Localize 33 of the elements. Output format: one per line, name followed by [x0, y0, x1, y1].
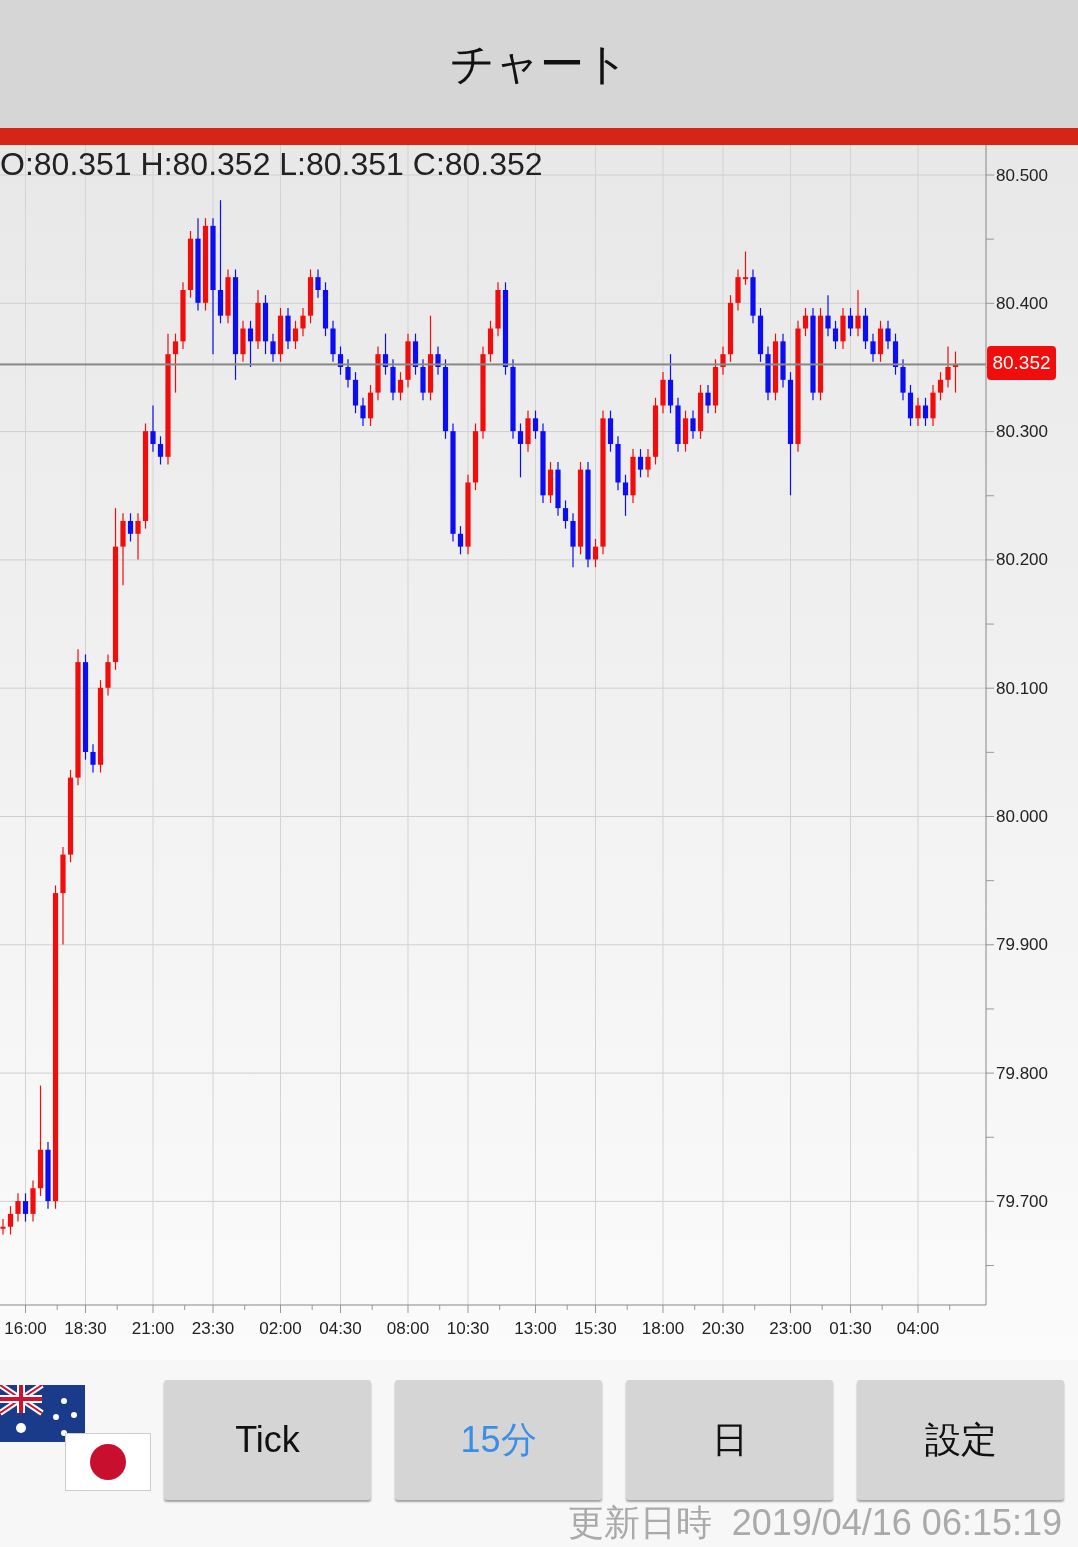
- x-axis-label: 18:00: [641, 1319, 685, 1338]
- japan-flag-icon: [65, 1433, 151, 1491]
- y-axis-label: 80.400: [996, 293, 1048, 313]
- update-timestamp: 更新日時 2019/04/16 06:15:19: [567, 1503, 1062, 1543]
- x-axis-label: 20:30: [701, 1319, 745, 1338]
- ohlc-readout: O:80.351 H:80.352 L:80.351 C:80.352: [0, 145, 543, 183]
- x-axis-label: 08:00: [386, 1319, 430, 1338]
- y-axis-label: 80.500: [996, 165, 1048, 185]
- y-axis-label: 80.300: [996, 422, 1048, 442]
- y-axis-label: 79.900: [996, 935, 1048, 955]
- x-axis-label: 23:30: [191, 1319, 235, 1338]
- x-axis-label: 13:00: [514, 1319, 557, 1338]
- period-button[interactable]: 日: [626, 1380, 833, 1500]
- period-button[interactable]: 設定: [857, 1380, 1064, 1500]
- x-axis-label: 04:00: [896, 1319, 940, 1338]
- x-axis-label: 21:00: [131, 1319, 175, 1338]
- x-axis-label: 04:30: [319, 1319, 362, 1338]
- x-axis-label: 10:30: [446, 1319, 490, 1338]
- x-axis-label: 15:30: [574, 1319, 617, 1338]
- x-axis-label: 16:00: [4, 1319, 47, 1338]
- window-title: チャート: [449, 37, 629, 91]
- x-axis-label: 01:30: [829, 1319, 872, 1338]
- x-axis-label: 02:00: [259, 1319, 302, 1338]
- y-axis-label: 80.200: [996, 550, 1048, 570]
- y-axis-label: 79.700: [996, 1192, 1048, 1212]
- x-axis-label: 18:30: [64, 1319, 107, 1338]
- x-axis-label: 23:00: [769, 1319, 812, 1338]
- y-axis-label: 79.800: [996, 1063, 1048, 1083]
- period-button[interactable]: Tick: [164, 1380, 371, 1500]
- australia-flag-icon: [0, 1385, 85, 1442]
- y-axis-label: 80.100: [996, 678, 1048, 698]
- y-axis-label: 80.000: [996, 807, 1048, 827]
- current-price-label: 80.352: [987, 346, 1056, 380]
